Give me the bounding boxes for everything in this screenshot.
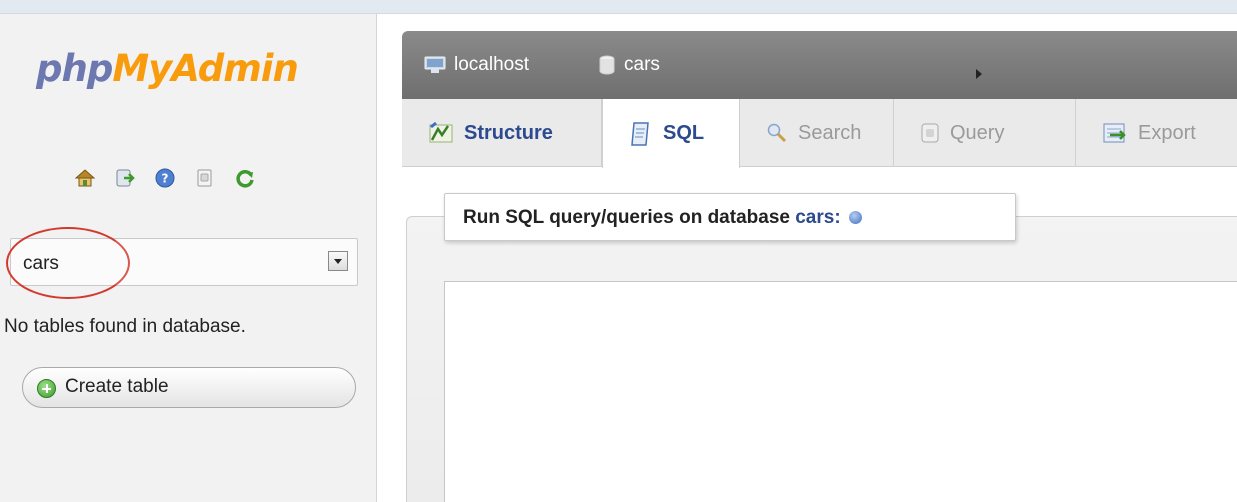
breadcrumb-database-label: cars <box>624 54 660 75</box>
phpmyadmin-logo[interactable]: phpMyAdmin <box>36 50 299 87</box>
export-icon <box>1103 123 1126 143</box>
create-table-button[interactable]: Create table <box>22 367 356 408</box>
tab-bar: Structure SQL Search Query Export <box>402 99 1237 168</box>
breadcrumb: localhost cars <box>402 31 1237 99</box>
sql-query-textarea[interactable] <box>444 281 1237 502</box>
tab-export[interactable]: Export <box>1076 99 1237 167</box>
breadcrumb-separator-icon <box>976 69 982 79</box>
breadcrumb-server-label: localhost <box>454 54 529 75</box>
chevron-down-icon[interactable] <box>328 251 348 271</box>
annotation-circle <box>6 227 130 299</box>
docs-icon[interactable] <box>194 167 216 189</box>
tab-structure[interactable]: Structure <box>402 99 602 167</box>
sql-icon <box>631 121 649 146</box>
help-icon[interactable] <box>848 211 862 224</box>
reload-icon[interactable] <box>234 167 256 189</box>
query-icon <box>921 123 939 143</box>
exit-icon[interactable] <box>114 167 136 189</box>
legend-text: Run SQL query/queries on database <box>463 207 790 228</box>
create-table-label: Create table <box>65 376 169 397</box>
home-icon[interactable] <box>74 167 96 189</box>
server-icon <box>424 56 446 73</box>
sql-fieldset-legend: Run SQL query/queries on database cars: <box>444 193 1016 241</box>
plus-icon <box>37 379 56 398</box>
no-tables-message: No tables found in database. <box>4 316 246 337</box>
tab-sql-label: SQL <box>663 122 705 144</box>
top-strip <box>0 0 1237 14</box>
svg-text:?: ? <box>162 172 169 186</box>
structure-icon <box>429 121 453 143</box>
tab-query[interactable]: Query <box>894 99 1076 167</box>
nav-icon-row: ? <box>74 166 256 190</box>
legend-database-link[interactable]: cars: <box>795 207 840 228</box>
tab-structure-label: Structure <box>464 121 553 144</box>
tab-query-label: Query <box>950 121 1005 144</box>
help-icon[interactable]: ? <box>154 167 176 189</box>
database-icon <box>599 55 615 75</box>
tab-sql[interactable]: SQL <box>602 99 740 168</box>
breadcrumb-database[interactable]: cars <box>598 54 660 76</box>
tab-search[interactable]: Search <box>740 99 894 167</box>
tab-export-label: Export <box>1138 121 1196 144</box>
search-icon <box>767 123 787 143</box>
tab-search-label: Search <box>798 121 862 144</box>
breadcrumb-server[interactable]: localhost <box>424 54 529 76</box>
